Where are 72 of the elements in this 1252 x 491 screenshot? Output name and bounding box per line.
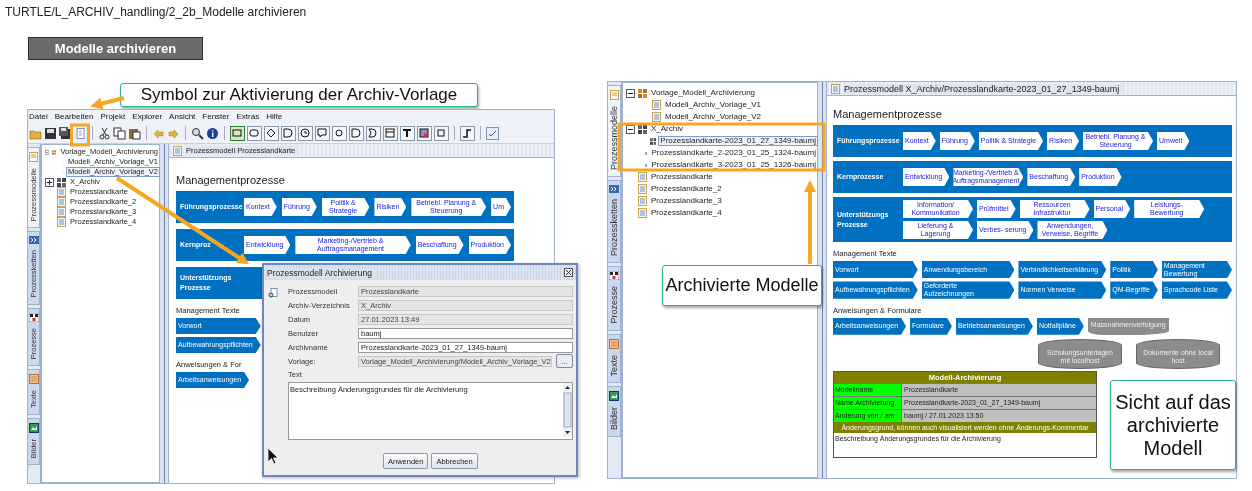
callout: Sicht auf das archivierte Modell: [1110, 380, 1236, 470]
search-icon[interactable]: [191, 126, 204, 140]
menu-item[interactable]: Projekt: [100, 112, 126, 121]
shape-tool-icon[interactable]: [400, 125, 415, 141]
chain-icon: [28, 236, 39, 245]
tree-item[interactable]: X_Archiv: [650, 124, 684, 134]
flowchart-icon: [28, 312, 39, 322]
folder-grid-icon: [52, 147, 57, 157]
shape-tool-icon[interactable]: [417, 125, 432, 141]
shape-tool-icon[interactable]: [315, 125, 330, 141]
tree-item[interactable]: Prozesslandkarte_2: [650, 184, 723, 194]
tree-item[interactable]: Prozesslandkarte_3-2023_01_25_1326-baumj: [650, 160, 817, 170]
menu-item[interactable]: Fenster: [202, 112, 230, 121]
close-icon[interactable]: [564, 268, 573, 277]
menu-item[interactable]: Datei: [29, 112, 48, 121]
map-heading: Managementprozesse: [833, 108, 943, 121]
side-tab[interactable]: Bilder: [608, 386, 621, 438]
splitter[interactable]: [160, 144, 168, 483]
folder-grid-icon: [638, 88, 647, 98]
note-icon: [609, 338, 619, 349]
picture-frame-icon: [28, 423, 39, 434]
floppy-disks-icon[interactable]: [59, 126, 72, 140]
shape-tool-icon[interactable]: [349, 125, 364, 141]
callout: Archivierte Modelle: [662, 265, 822, 306]
shape-tool-icon[interactable]: [247, 125, 262, 141]
connector-tool-icon[interactable]: [460, 125, 475, 141]
clipboard-icon[interactable]: [128, 126, 141, 140]
collapse-icon[interactable]: [626, 88, 635, 98]
tree-item[interactable]: Prozesslandkarte_3: [650, 196, 723, 206]
scrollbar[interactable]: [562, 383, 572, 437]
tree-item[interactable]: Prozesslandkarte_4: [650, 208, 723, 218]
shape-tool-icon[interactable]: [383, 125, 398, 141]
section-heading: Modelle archivieren: [28, 37, 203, 60]
dialog-title: Prozessmodell Archivierung: [267, 267, 375, 278]
flowchart-icon: [609, 271, 619, 281]
breadcrumb: TURTLE/L_ARCHIV_handling/2_2b_Modelle archivieren: [4, 4, 307, 20]
menu-item[interactable]: Ansicht: [169, 112, 196, 121]
menu-item[interactable]: Explorer: [132, 112, 163, 121]
cursor-icon: [267, 447, 279, 465]
tree-item[interactable]: Prozesslandkarte: [650, 172, 714, 182]
map-heading: Managementprozesse: [176, 174, 286, 187]
copy-icon[interactable]: [113, 126, 126, 140]
info-icon[interactable]: [206, 126, 219, 140]
document-search-icon: [268, 288, 278, 298]
menu-item[interactable]: Extras: [236, 112, 260, 121]
picture-frame-icon: [609, 391, 619, 402]
shape-tool-icon[interactable]: [281, 125, 296, 141]
highlight-frame: [70, 123, 90, 147]
side-tab[interactable]: Prozessketten: [608, 180, 621, 264]
shape-tool-icon[interactable]: [332, 125, 347, 141]
splitter[interactable]: [818, 82, 826, 478]
shape-tool-icon[interactable]: [264, 125, 279, 141]
callout: Symbol zur Aktivierung der Archiv-Vorlage: [120, 83, 478, 107]
tree-item[interactable]: Vorlage_Modell_Archivierung: [650, 88, 757, 98]
chain-icon: [609, 185, 619, 194]
checkbox-icon[interactable]: [486, 126, 499, 140]
tree-item[interactable]: Prozesslandkarte-2023_01_27_1349-baumj: [659, 136, 817, 146]
tree-item[interactable]: Modell_Archiv_Vorlage_V2: [664, 112, 763, 122]
document-tab[interactable]: Prozessmodell X_Archiv/Prozesslandkarte-2023_01_27_1349-baumj: [844, 83, 1124, 94]
side-tab[interactable]: Prozesse: [608, 266, 621, 331]
tree-item[interactable]: Modell_Archiv_Vorlage_V1: [664, 100, 763, 110]
scissors-icon[interactable]: [98, 126, 111, 140]
shape-tool-icon[interactable]: [298, 125, 313, 141]
tree-item[interactable]: Prozesslandkarte_2-2023_01_25_1324-baumj: [650, 148, 817, 158]
shape-tool-icon[interactable]: [366, 125, 381, 141]
menu-item[interactable]: Hilfe: [266, 112, 283, 121]
collapse-icon[interactable]: [626, 124, 635, 134]
arrow: [90, 96, 125, 110]
side-tab[interactable]: Texte: [608, 333, 621, 384]
note-icon: [28, 374, 39, 385]
menu-item[interactable]: Bearbeiten: [54, 112, 94, 121]
expand-icon[interactable]: [45, 177, 54, 187]
